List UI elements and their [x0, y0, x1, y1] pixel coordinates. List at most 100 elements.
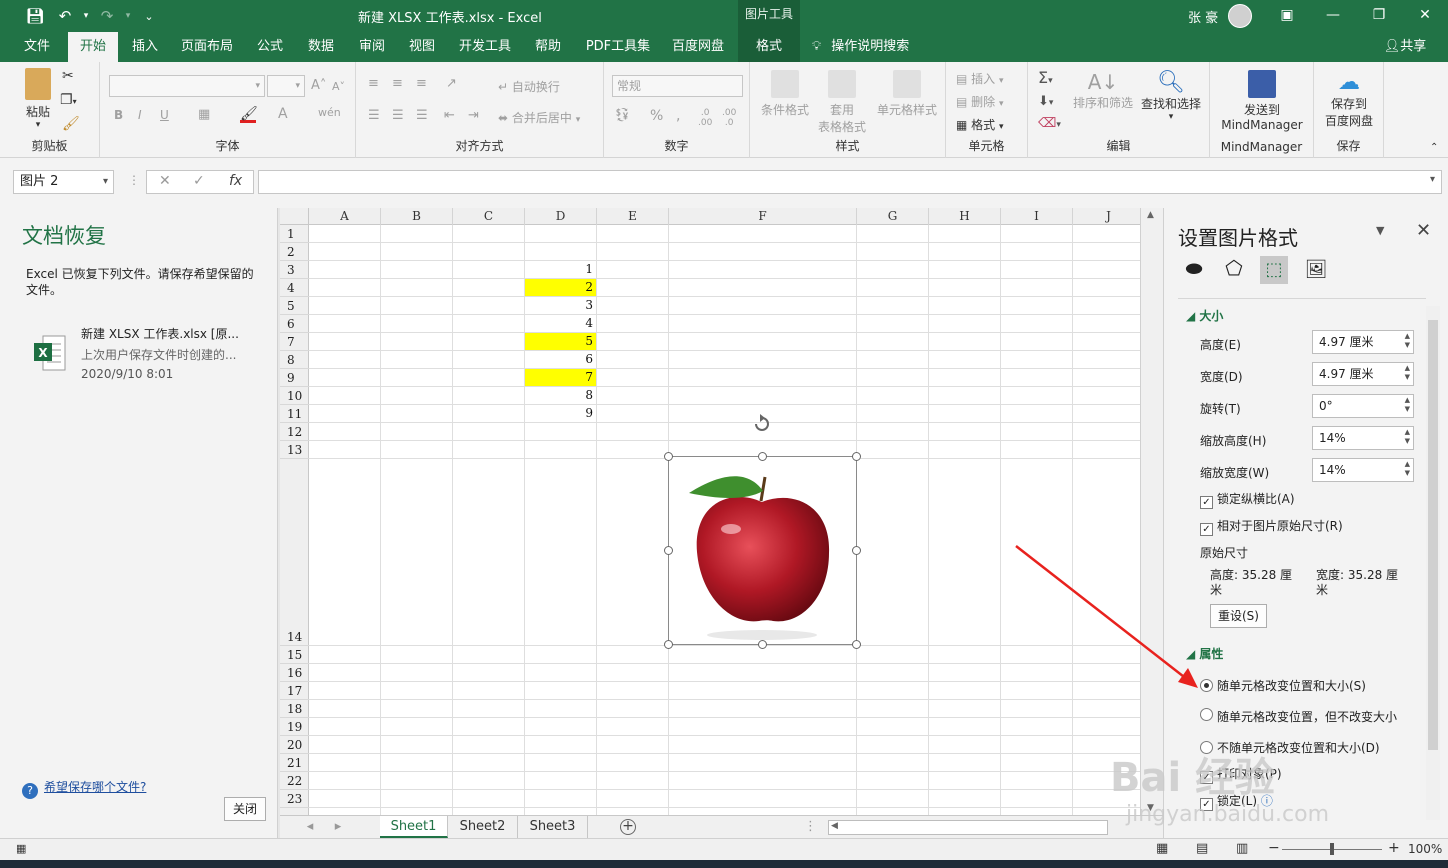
- picture-icon[interactable]: 🖼︎: [1302, 256, 1330, 284]
- row-header[interactable]: 18: [280, 700, 309, 718]
- selected-picture[interactable]: [664, 452, 861, 649]
- scale-height-spinner[interactable]: 14% ▲ ▼: [1312, 426, 1414, 450]
- row-header[interactable]: 17: [280, 682, 309, 700]
- phonetic-icon[interactable]: wén: [318, 106, 341, 119]
- height-updown-icon[interactable]: ▲ ▼: [1405, 332, 1410, 350]
- tell-me-search[interactable]: 💡︎ 操作说明搜索: [812, 32, 922, 62]
- function-icon[interactable]: fx: [229, 173, 242, 189]
- row-header[interactable]: 7: [280, 333, 309, 351]
- horizontal-scrollbar[interactable]: ◀: [828, 820, 1108, 835]
- scale-width-updown-icon[interactable]: ▲ ▼: [1405, 460, 1410, 478]
- tab-baidu-netdisk[interactable]: 百度网盘: [664, 32, 732, 62]
- wrap-text-button[interactable]: ↵ 自动换行: [498, 78, 560, 95]
- enter-icon[interactable]: ✓: [193, 173, 205, 189]
- row-header[interactable]: 11: [280, 405, 309, 423]
- move-size-with-cells-radio[interactable]: 随单元格改变位置和大小(S): [1200, 677, 1366, 694]
- cell-d5[interactable]: 3: [525, 297, 596, 314]
- row-header[interactable]: 14: [280, 459, 309, 646]
- tab-data[interactable]: 数据: [298, 32, 344, 62]
- row-header[interactable]: 1: [280, 225, 309, 243]
- font-color-icon[interactable]: A: [278, 106, 288, 122]
- align-middle-icon[interactable]: ≡: [392, 76, 403, 91]
- rotation-spinner[interactable]: 0° ▲ ▼: [1312, 394, 1414, 418]
- fill-line-icon[interactable]: ⬬: [1180, 256, 1208, 284]
- row-header[interactable]: 16: [280, 664, 309, 682]
- pane-scroll-thumb[interactable]: [1428, 320, 1438, 750]
- column-header-d[interactable]: D: [525, 208, 597, 225]
- cell-d8[interactable]: 6: [525, 351, 596, 368]
- row-header[interactable]: 10: [280, 387, 309, 405]
- cell-d4[interactable]: 2: [525, 279, 596, 296]
- format-cells-button[interactable]: ▦ 格式 ▾: [956, 116, 1004, 133]
- cut-icon[interactable]: ✂: [62, 68, 74, 84]
- formula-input[interactable]: ▾: [258, 170, 1442, 194]
- save-baidu-button[interactable]: ☁ 保存到 百度网盘: [1318, 70, 1380, 129]
- redo-dropdown-icon[interactable]: ▾: [122, 11, 134, 21]
- scale-width-spinner[interactable]: 14% ▲ ▼: [1312, 458, 1414, 482]
- resize-handle-top[interactable]: [758, 452, 767, 461]
- normal-view-icon[interactable]: ▦: [1156, 841, 1168, 856]
- tab-pdf-tools[interactable]: PDF工具集: [582, 32, 654, 62]
- underline-icon[interactable]: U: [160, 108, 169, 122]
- zoom-out-icon[interactable]: −: [1268, 840, 1280, 856]
- tab-formulas[interactable]: 公式: [248, 32, 292, 62]
- decrease-indent-icon[interactable]: ⇤: [444, 108, 455, 123]
- column-header-g[interactable]: G: [857, 208, 929, 225]
- italic-icon[interactable]: I: [138, 108, 142, 122]
- row-header[interactable]: 3: [280, 261, 309, 279]
- tab-picture-format[interactable]: 格式: [738, 32, 800, 62]
- resize-handle-bottom[interactable]: [758, 640, 767, 649]
- row-header[interactable]: 19: [280, 718, 309, 736]
- row-header[interactable]: 13: [280, 441, 309, 459]
- row-header[interactable]: 22: [280, 772, 309, 790]
- move-not-size-radio[interactable]: 随单元格改变位置，但不改变大小: [1200, 708, 1417, 725]
- cell-d9[interactable]: 7: [525, 369, 596, 386]
- relative-original-checkbox[interactable]: ✓ 相对于图片原始尺寸(R): [1200, 517, 1343, 536]
- decrease-font-icon[interactable]: A˅: [332, 80, 345, 93]
- height-spinner[interactable]: 4.97 厘米 ▲ ▼: [1312, 330, 1414, 354]
- increase-font-icon[interactable]: A˄: [311, 78, 326, 93]
- column-header-i[interactable]: I: [1001, 208, 1073, 225]
- row-header[interactable]: 8: [280, 351, 309, 369]
- tab-view[interactable]: 视图: [400, 32, 444, 62]
- sheet-next-icon[interactable]: ▸: [328, 816, 348, 838]
- row-header[interactable]: 23: [280, 790, 309, 808]
- effects-icon[interactable]: ⬠: [1220, 256, 1248, 284]
- row-header[interactable]: 2: [280, 243, 309, 261]
- align-center-icon[interactable]: ☰: [392, 108, 404, 123]
- pane-scrollbar[interactable]: [1426, 306, 1440, 820]
- resize-handle-bottom-left[interactable]: [664, 640, 673, 649]
- font-name-combo[interactable]: ▾: [109, 75, 265, 97]
- cell-styles-button[interactable]: 单元格样式: [874, 70, 940, 118]
- close-pane-icon[interactable]: ✕: [1416, 220, 1431, 241]
- percent-button[interactable]: %: [650, 108, 663, 124]
- column-header-h[interactable]: H: [929, 208, 1001, 225]
- restore-icon[interactable]: ❐: [1364, 4, 1394, 28]
- save-icon[interactable]: 💾︎: [20, 7, 50, 25]
- comma-icon[interactable]: ,: [676, 108, 680, 124]
- fill-icon[interactable]: ⬇▾: [1038, 94, 1053, 109]
- number-format-combo[interactable]: 常规: [612, 75, 743, 97]
- undo-icon[interactable]: ↶: [50, 7, 80, 25]
- avatar[interactable]: [1228, 4, 1252, 28]
- tab-page-layout[interactable]: 页面布局: [174, 32, 240, 62]
- resize-handle-left[interactable]: [664, 546, 673, 555]
- decrease-decimal-icon[interactable]: .00.0: [722, 108, 736, 128]
- tab-file[interactable]: 文件: [14, 32, 60, 62]
- column-header-e[interactable]: E: [597, 208, 669, 225]
- format-as-table-button[interactable]: 套用 表格格式: [812, 70, 872, 135]
- vertical-scrollbar[interactable]: ▲ ▼: [1140, 208, 1163, 815]
- merge-center-button[interactable]: ⬌ 合并后居中 ▾: [498, 109, 580, 126]
- scroll-up-icon[interactable]: ▲: [1147, 210, 1154, 220]
- lock-aspect-checkbox[interactable]: ✓ 锁定纵横比(A): [1200, 490, 1295, 509]
- tab-developer[interactable]: 开发工具: [452, 32, 518, 62]
- paste-button[interactable]: 粘贴 ▾: [18, 68, 58, 130]
- column-header-f[interactable]: F: [669, 208, 857, 225]
- size-properties-icon[interactable]: ⬚: [1260, 256, 1288, 284]
- align-top-icon[interactable]: ≡: [368, 76, 379, 91]
- find-select-button[interactable]: 🔍︎ 查找和选择 ▾: [1138, 70, 1204, 122]
- resize-handle-top-left[interactable]: [664, 452, 673, 461]
- zoom-slider-thumb[interactable]: [1330, 843, 1334, 855]
- cell-d6[interactable]: 4: [525, 315, 596, 332]
- add-sheet-icon[interactable]: +: [620, 819, 636, 835]
